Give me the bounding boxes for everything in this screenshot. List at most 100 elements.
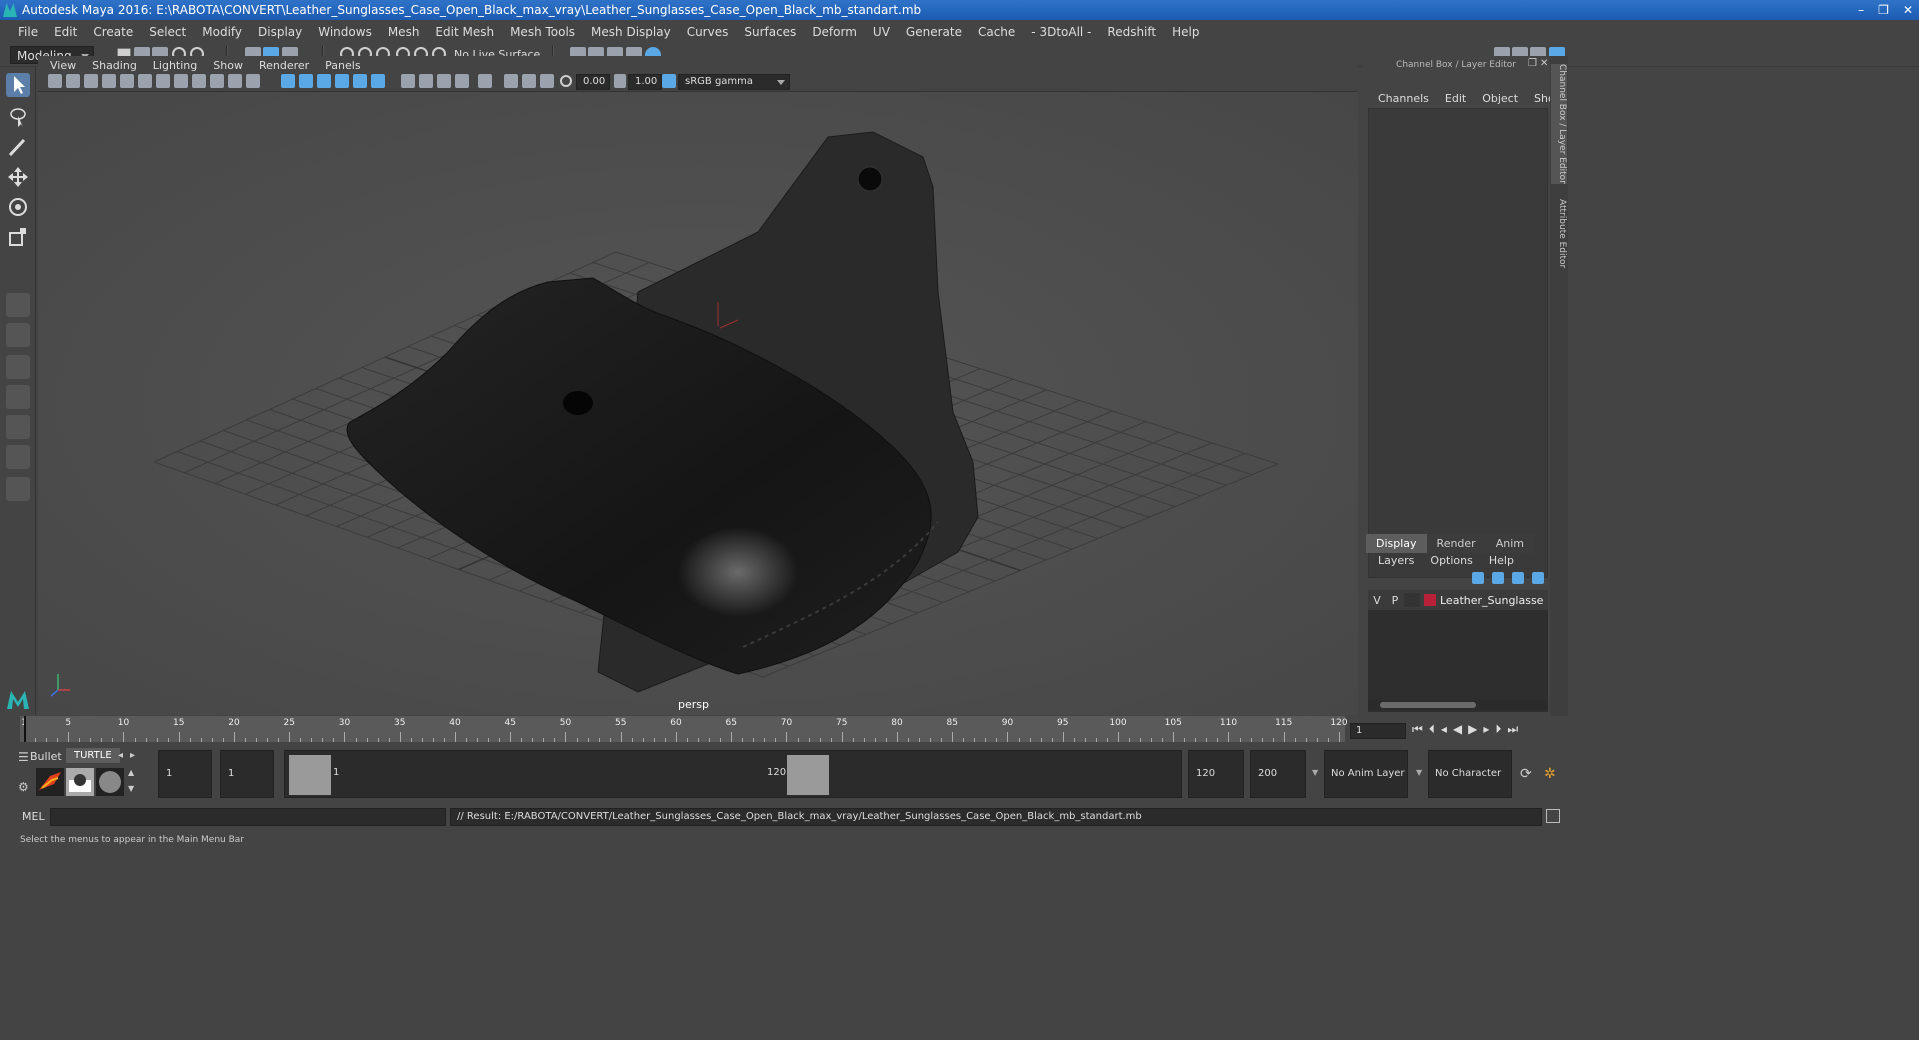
use-all-lights-icon[interactable] <box>353 74 367 88</box>
menu-help[interactable]: Help <box>1164 25 1207 39</box>
layer-visibility-toggle[interactable]: V <box>1368 594 1386 607</box>
step-back-key-icon[interactable]: ◂ <box>1441 722 1447 737</box>
range-start-handle[interactable] <box>289 755 331 795</box>
auto-key-icon[interactable]: ⟳ <box>1520 766 1532 782</box>
script-editor-icon[interactable] <box>1546 809 1560 823</box>
anim-layer-dropdown[interactable]: No Anim Layer <box>1324 750 1408 798</box>
ambient-occlusion-icon[interactable] <box>401 74 415 88</box>
shelf-menu-icon[interactable]: ☰ <box>18 750 29 764</box>
menu-generate[interactable]: Generate <box>898 25 970 39</box>
lasso-tool-icon[interactable] <box>6 105 30 129</box>
anim-layer-chevron-icon[interactable]: ▼ <box>1312 768 1318 777</box>
move-layer-up-icon[interactable] <box>1472 572 1484 584</box>
single-view-layout-icon[interactable] <box>6 293 30 317</box>
tab-channel-box[interactable]: Channel Box / Layer Editor <box>1551 64 1567 184</box>
menu-deform[interactable]: Deform <box>804 25 865 39</box>
range-end-handle[interactable] <box>787 755 829 795</box>
image-plane-icon[interactable] <box>102 74 116 88</box>
grease-pencil-icon[interactable] <box>138 74 152 88</box>
wireframe-icon[interactable] <box>281 74 295 88</box>
shadows-icon[interactable] <box>371 74 385 88</box>
resolution-gate-icon[interactable] <box>192 74 206 88</box>
float-panel-icon[interactable]: ❐ <box>1528 58 1537 69</box>
animation-prefs-icon[interactable]: ✲ <box>1544 766 1556 782</box>
channel-menu-object[interactable]: Object <box>1474 92 1526 105</box>
go-to-start-icon[interactable]: ⏮ <box>1412 722 1423 737</box>
menu-uv[interactable]: UV <box>865 25 898 39</box>
minimize-button[interactable]: – <box>1858 3 1864 17</box>
restore-button[interactable]: ❐ <box>1878 3 1889 17</box>
layer-scrollbar-thumb[interactable] <box>1380 702 1476 708</box>
anti-aliasing-icon[interactable] <box>437 74 451 88</box>
xray-components-icon[interactable] <box>540 74 554 88</box>
custom-layout-icon[interactable] <box>6 477 30 501</box>
script-mode-label[interactable]: MEL <box>22 810 45 823</box>
turtle-render-icon[interactable] <box>36 768 64 796</box>
move-tool-icon[interactable] <box>6 165 30 189</box>
side-by-side-layout-icon[interactable] <box>6 355 30 379</box>
layer-menu-layers[interactable]: Layers <box>1370 554 1422 567</box>
smooth-shade-icon[interactable] <box>299 74 313 88</box>
gamma-field[interactable]: 1.00 <box>628 74 662 90</box>
layer-name[interactable]: Leather_Sunglasses_Case_Open_Black <box>1440 594 1544 607</box>
color-space-dropdown[interactable]: sRGB gamma <box>678 74 790 90</box>
command-result[interactable]: // Result: E:/RABOTA/CONVERT/Leather_Sun… <box>450 808 1542 826</box>
menu-cache[interactable]: Cache <box>970 25 1023 39</box>
character-set-chevron-icon[interactable]: ▼ <box>1416 768 1422 777</box>
field-chart-icon[interactable] <box>228 74 242 88</box>
new-layer-selected-icon[interactable] <box>1532 572 1544 584</box>
menu-select[interactable]: Select <box>141 25 194 39</box>
turtle-sphere-icon[interactable] <box>96 768 124 796</box>
playback-start-field[interactable]: 1 <box>220 750 274 798</box>
film-gate-icon[interactable] <box>174 74 188 88</box>
step-back-icon[interactable]: ⏴ <box>1429 722 1435 737</box>
paint-select-icon[interactable] <box>6 135 30 159</box>
shelf-scroll-down-icon[interactable]: ▼ <box>128 784 134 793</box>
bookmark-icon[interactable] <box>84 74 98 88</box>
layer-type-toggle[interactable] <box>1404 593 1420 607</box>
textured-icon[interactable] <box>335 74 349 88</box>
menu-display[interactable]: Display <box>250 25 310 39</box>
time-ruler[interactable]: 1510152025303540455055606570758085909510… <box>20 716 1348 742</box>
four-view-layout-icon[interactable] <box>6 323 30 347</box>
menu-mesh-display[interactable]: Mesh Display <box>583 25 679 39</box>
persp-graph-layout-icon[interactable] <box>6 415 30 439</box>
exposure-field[interactable]: 0.00 <box>576 74 610 90</box>
layer-menu-options[interactable]: Options <box>1422 554 1480 567</box>
tab-render[interactable]: Render <box>1426 534 1486 553</box>
play-backward-icon[interactable]: ◀ <box>1453 722 1462 737</box>
rotate-tool-icon[interactable] <box>6 195 30 219</box>
current-frame-field[interactable]: 1 <box>1350 723 1406 739</box>
animation-start-field[interactable]: 1 <box>158 750 212 798</box>
go-to-end-icon[interactable]: ⏭ <box>1507 722 1518 737</box>
menu-edit[interactable]: Edit <box>46 25 85 39</box>
range-slider[interactable]: 1 120 <box>284 750 1182 798</box>
shelf-scroll-right-icon[interactable]: ▸ <box>130 750 135 761</box>
playback-end-field[interactable]: 120 <box>1188 750 1244 798</box>
step-forward-icon[interactable]: ⏵ <box>1495 722 1501 737</box>
shelf-scroll-up-icon[interactable]: ▲ <box>128 768 134 777</box>
play-forward-icon[interactable]: ▶ <box>1468 722 1477 737</box>
menu-windows[interactable]: Windows <box>310 25 380 39</box>
viewport-menu-panels[interactable]: Panels <box>317 59 368 72</box>
gate-mask-icon[interactable] <box>210 74 224 88</box>
shelf-tab-turtle[interactable]: TURTLE <box>66 748 120 763</box>
safe-action-icon[interactable] <box>246 74 260 88</box>
menu-mesh[interactable]: Mesh <box>380 25 428 39</box>
character-set-dropdown[interactable]: No Character Set <box>1428 750 1512 825</box>
menu-edit-mesh[interactable]: Edit Mesh <box>427 25 502 39</box>
isolate-select-icon[interactable] <box>478 74 492 88</box>
color-management-icon[interactable] <box>662 74 676 88</box>
channel-menu-edit[interactable]: Edit <box>1437 92 1474 105</box>
depth-of-field-icon[interactable] <box>455 74 469 88</box>
select-tool-icon[interactable] <box>6 73 30 97</box>
tab-attribute-editor[interactable]: Attribute Editor <box>1551 194 1567 274</box>
close-button[interactable]: ✕ <box>1903 3 1913 17</box>
menu-curves[interactable]: Curves <box>679 25 737 39</box>
menu-redshift[interactable]: Redshift <box>1099 25 1164 39</box>
exposure-icon[interactable] <box>560 75 572 87</box>
camera-icon[interactable] <box>48 74 62 88</box>
xray-icon[interactable] <box>504 74 518 88</box>
new-layer-icon[interactable] <box>1512 572 1524 584</box>
close-panel-icon[interactable]: ✕ <box>1540 58 1548 69</box>
